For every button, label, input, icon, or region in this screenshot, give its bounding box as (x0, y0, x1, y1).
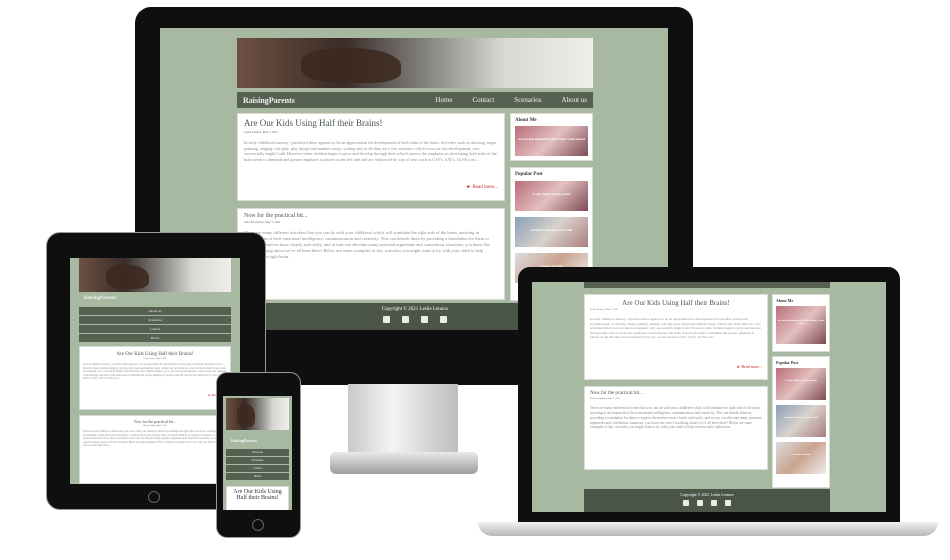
navbar: RaisingParents Home Contact Scenarios Ab… (237, 92, 593, 108)
mnav-home[interactable]: Home (226, 472, 289, 480)
tablet-home-button (148, 491, 160, 503)
hero-image (237, 38, 593, 88)
social-icons (584, 500, 830, 506)
phone-home-button (252, 519, 264, 531)
desktop-stand-neck (348, 384, 458, 454)
popular-thumb[interactable]: Creative activities (776, 442, 826, 474)
youtube-icon[interactable] (421, 316, 428, 323)
copyright-text: Copyright © 2021 Leslie Lennox (680, 492, 734, 497)
sidebar-about: About Me Are our kids using half of thei… (772, 294, 830, 352)
post-card: Are Our Kids Using Half their Brains! Le… (79, 346, 231, 410)
facebook-icon[interactable] (683, 500, 689, 506)
post-card: Are Our Kids Using Half their Brains! Le… (584, 294, 768, 380)
post-card: Now for the practical bit... Title descr… (237, 208, 505, 300)
nav-about[interactable]: About us (562, 96, 587, 104)
post-title[interactable]: Now for the practical bit... (83, 419, 227, 424)
instagram-icon[interactable] (725, 500, 731, 506)
post-body: In early childhood nursery / preschool t… (590, 317, 761, 340)
mnav-scenarios[interactable]: Scenarios (79, 315, 231, 324)
post-card: Now for the practical bit... Title descr… (584, 386, 768, 470)
hero-image (79, 258, 231, 292)
twitter-icon[interactable] (697, 500, 703, 506)
about-thumb[interactable]: Are our kids using half of their brain? … (515, 126, 588, 156)
popular-thumb[interactable]: Is your child a creative genius (776, 368, 826, 400)
twitter-icon[interactable] (402, 316, 409, 323)
about-heading: About Me (776, 298, 794, 303)
about-heading: About Me (515, 118, 537, 123)
popular-thumb[interactable]: Is your child a creative genius (515, 181, 588, 211)
navbar (584, 282, 830, 288)
youtube-icon[interactable] (711, 500, 717, 506)
mobile-nav: About us Scenarios Contact Home (79, 306, 231, 342)
site-footer: Copyright © 2021 Leslie Lennox (584, 489, 830, 512)
post-meta: Title description, May 3, 2021 (244, 220, 281, 224)
mnav-scenarios[interactable]: Scenarios (226, 456, 289, 464)
post-body: There are many different activities that… (590, 406, 762, 430)
mobile-nav: About us Scenarios Contact Home (226, 448, 289, 480)
nav-contact[interactable]: Contact (473, 96, 495, 104)
post-title[interactable]: Now for the practical bit... (244, 213, 498, 219)
mnav-about[interactable]: About us (226, 448, 289, 456)
mnav-contact[interactable]: Contact (226, 464, 289, 472)
brand-logo[interactable]: RaisingParents (84, 296, 116, 301)
laptop-screen: Are Our Kids Using Half their Brains! Le… (532, 282, 886, 512)
sidebar-popular: Popular Post Is your child a creative ge… (772, 356, 830, 488)
mnav-home[interactable]: Home (79, 333, 231, 342)
post-title[interactable]: Are Our Kids Using Half their Brains! (83, 352, 227, 357)
phone-screen: RaisingParents About us Scenarios Contac… (223, 396, 292, 510)
nav-links: Home Contact Scenarios About us (415, 96, 587, 104)
popular-thumb[interactable]: Getting the best from your child (776, 405, 826, 437)
post-card: Now for the practical bit... Title descr… (79, 415, 231, 484)
instagram-icon[interactable] (440, 316, 447, 323)
read-more-link[interactable]: ► Read more... (590, 364, 762, 369)
laptop-base (478, 522, 938, 536)
post-meta: Title description, May 3, 2021 (142, 425, 168, 427)
popular-thumb[interactable]: Getting the best from your child (515, 217, 588, 247)
popular-heading: Popular Post (776, 360, 799, 365)
post-meta: Leslie Lennox, May 3, 2021 (244, 130, 278, 134)
post-meta: Title description, May 3, 2021 (590, 397, 621, 400)
nav-scenarios[interactable]: Scenarios (514, 96, 541, 104)
facebook-icon[interactable] (383, 316, 390, 323)
desktop-stand-base (330, 452, 478, 474)
hero-image (226, 398, 289, 430)
sidebar-about: About Me Are our kids using half of thei… (510, 113, 593, 161)
post-meta: Leslie Lennox, May 3, 2021 (143, 358, 167, 360)
nav-home[interactable]: Home (435, 96, 452, 104)
popular-heading: Popular Post (515, 172, 543, 177)
mnav-contact[interactable]: Contact (79, 324, 231, 333)
post-title[interactable]: Are Our Kids Using Half their Brains! (229, 489, 286, 501)
post-title[interactable]: Are Our Kids Using Half their Brains! (244, 118, 498, 128)
read-more-link[interactable]: ► Read more... (83, 393, 227, 397)
about-thumb[interactable]: Are our kids using half of their brain? … (776, 306, 826, 344)
post-card: Are Our Kids Using Half their Brains! (226, 486, 289, 510)
post-body: There are many different activities that… (83, 430, 225, 447)
brand-logo[interactable]: RaisingParents (231, 438, 257, 443)
post-card: Are Our Kids Using Half their Brains! Le… (237, 113, 505, 201)
post-title[interactable]: Now for the practical bit... (590, 391, 762, 396)
post-body: In early childhood nursery / preschool t… (83, 363, 227, 380)
post-meta: Leslie Lennox, May 3, 2021 (590, 308, 619, 311)
read-more-link[interactable]: ► Read more... (244, 185, 498, 190)
mnav-about[interactable]: About us (79, 306, 231, 315)
post-title[interactable]: Are Our Kids Using Half their Brains! (590, 299, 762, 307)
post-body: There are many different activities that… (244, 230, 490, 260)
brand-logo[interactable]: RaisingParents (243, 96, 295, 105)
tablet-screen: RaisingParents About us Scenarios Contac… (70, 258, 240, 484)
post-body: In early childhood nursery / preschool t… (244, 140, 497, 163)
